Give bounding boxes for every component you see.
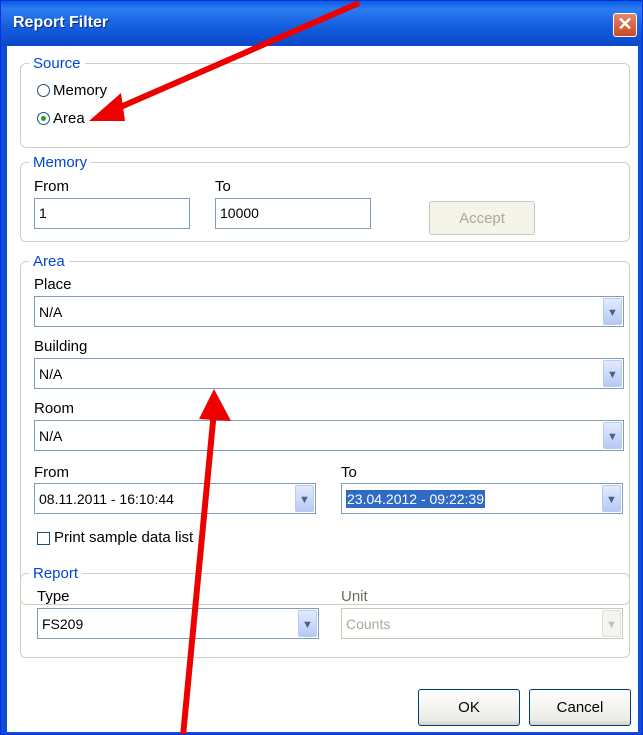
building-select-value: N/A	[39, 366, 63, 382]
report-type-select[interactable]: FS209 ▼	[37, 608, 319, 639]
radio-selected-dot	[41, 116, 46, 121]
source-group: Source	[20, 55, 630, 148]
memory-from-label: From	[34, 178, 69, 195]
area-radio-label[interactable]: Area	[53, 110, 85, 127]
building-select[interactable]: N/A ▼	[34, 358, 624, 389]
report-legend: Report	[33, 565, 79, 582]
room-label: Room	[34, 400, 75, 417]
building-label: Building	[34, 338, 88, 355]
area-to-datetime[interactable]: 23.04.2012 - 09:22:39 ▼	[341, 483, 623, 514]
chevron-down-icon[interactable]: ▼	[603, 360, 622, 387]
report-filter-dialog: Report Filter ✕ Source Memory Area Memor…	[0, 0, 643, 735]
area-from-value: 08.11.2011 - 16:10:44	[39, 491, 174, 507]
print-sample-checkbox[interactable]	[37, 532, 50, 545]
report-unit-label: Unit	[341, 588, 368, 605]
report-type-label: Type	[37, 588, 70, 605]
place-select[interactable]: N/A ▼	[34, 296, 624, 327]
memory-from-input[interactable]: 1	[34, 198, 190, 229]
ok-button[interactable]: OK	[418, 689, 520, 726]
room-select-value: N/A	[39, 428, 63, 444]
place-select-value: N/A	[39, 304, 63, 320]
area-to-label: To	[341, 464, 357, 481]
source-legend: Source	[33, 55, 81, 72]
print-sample-label[interactable]: Print sample data list	[54, 529, 193, 546]
report-unit-value: Counts	[346, 616, 391, 632]
dialog-body: Source Memory Area Memory From 1 To 1000…	[7, 46, 638, 732]
title-bar[interactable]: Report Filter ✕	[1, 1, 642, 46]
room-select[interactable]: N/A ▼	[34, 420, 624, 451]
area-from-datetime[interactable]: 08.11.2011 - 16:10:44 ▼	[34, 483, 316, 514]
area-radio[interactable]	[37, 112, 50, 125]
report-type-value: FS209	[42, 616, 84, 632]
chevron-down-icon[interactable]: ▼	[602, 610, 621, 637]
area-legend: Area	[33, 253, 65, 270]
chevron-down-icon[interactable]: ▼	[298, 610, 317, 637]
memory-radio-label[interactable]: Memory	[53, 82, 107, 99]
close-icon: ✕	[617, 14, 633, 34]
memory-to-label: To	[215, 178, 231, 195]
report-unit-select[interactable]: Counts ▼	[341, 608, 623, 639]
accept-button[interactable]: Accept	[429, 201, 535, 235]
memory-radio[interactable]	[37, 84, 50, 97]
close-button[interactable]: ✕	[613, 13, 637, 37]
chevron-down-icon[interactable]: ▼	[603, 422, 622, 449]
memory-legend: Memory	[33, 154, 88, 171]
dialog-title: Report Filter	[13, 14, 109, 31]
area-from-label: From	[34, 464, 69, 481]
memory-to-input[interactable]: 10000	[215, 198, 371, 229]
area-to-value: 23.04.2012 - 09:22:39	[346, 490, 486, 508]
window-border-right	[638, 46, 642, 734]
cancel-button[interactable]: Cancel	[529, 689, 631, 726]
chevron-down-icon[interactable]: ▼	[295, 485, 314, 512]
place-label: Place	[34, 276, 72, 293]
chevron-down-icon[interactable]: ▼	[602, 485, 621, 512]
chevron-down-icon[interactable]: ▼	[603, 298, 622, 325]
area-to-selected-text: 23.04.2012 - 09:22:39	[346, 490, 486, 508]
